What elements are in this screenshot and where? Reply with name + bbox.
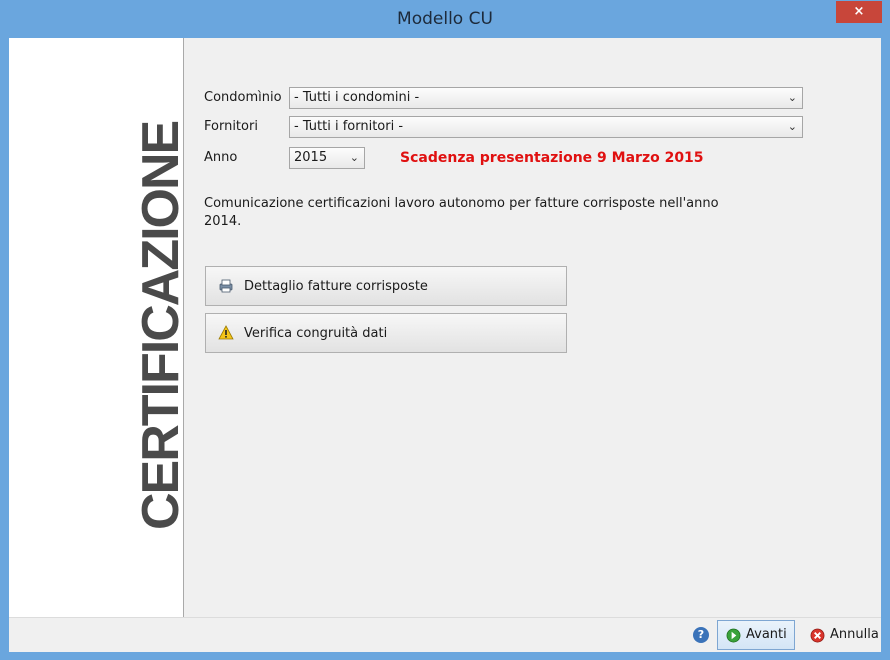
close-button[interactable]: × [836,1,882,23]
condominio-label: Condomìnio [204,90,282,105]
annulla-label: Annulla [830,627,879,642]
condominio-value: - Tutti i condomini - [294,90,420,105]
anno-select[interactable]: 2015 ⌄ [289,147,365,169]
verifica-congruita-label: Verifica congruità dati [244,326,388,341]
banner-unica-text: UNICA [174,375,184,530]
printer-icon [219,279,233,293]
anno-value: 2015 [294,150,328,165]
sidebar-banner: CERTIFICAZIONE UNICA2015 [9,38,184,617]
dialog-body: CERTIFICAZIONE UNICA2015 Condomìnio - Tu… [9,38,881,652]
chevron-down-icon: ⌄ [787,120,797,133]
banner-year: 2015 [174,267,184,376]
title-bar[interactable]: Modello CU × [0,0,890,38]
help-icon[interactable]: ? [693,627,709,643]
cancel-icon [810,628,825,643]
avanti-button[interactable]: Avanti [717,620,795,650]
chevron-down-icon: ⌄ [787,91,797,104]
verifica-congruita-button[interactable]: Verifica congruità dati [205,313,567,353]
fornitori-value: - Tutti i fornitori - [294,119,404,134]
banner-line-unica: UNICA2015 [174,267,184,530]
deadline-notice: Scadenza presentazione 9 Marzo 2015 [400,150,704,166]
chevron-down-icon: ⌄ [349,151,359,164]
warning-icon [218,325,234,340]
dettaglio-fatture-label: Dettaglio fatture corrisposte [244,279,428,294]
fornitori-select[interactable]: - Tutti i fornitori - ⌄ [289,116,803,138]
description-text: Comunicazione certificazioni lavoro auto… [204,196,719,229]
fornitori-label: Fornitori [204,119,258,134]
certificazione-unica-banner: CERTIFICAZIONE UNICA2015 [132,122,184,530]
window: Modello CU × CERTIFICAZIONE UNICA2015 Co… [0,0,890,660]
footer-bar: ? Avanti Annulla [9,617,881,652]
anno-row: Anno 2015 ⌄ Scadenza presentazione 9 Mar… [204,147,804,169]
anno-label: Anno [204,150,238,165]
condominio-select[interactable]: - Tutti i condomini - ⌄ [289,87,803,109]
fornitori-row: Fornitori - Tutti i fornitori - ⌄ [204,116,804,138]
dettaglio-fatture-button[interactable]: Dettaglio fatture corrisposte [205,266,567,306]
main-content: Condomìnio - Tutti i condomini - ⌄ Forni… [184,38,881,617]
arrow-right-icon [726,628,741,643]
avanti-label: Avanti [746,627,787,642]
window-title: Modello CU [397,9,493,29]
condominio-row: Condomìnio - Tutti i condomini - ⌄ [204,87,804,109]
annulla-button[interactable]: Annulla [801,620,879,650]
